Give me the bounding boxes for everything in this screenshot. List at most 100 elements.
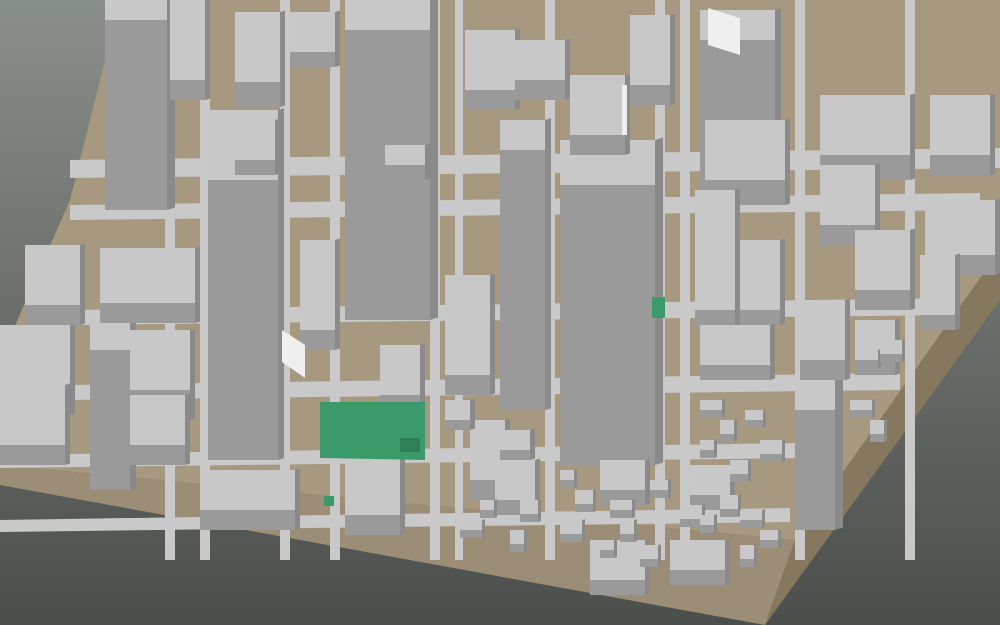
building	[170, 0, 210, 100]
building-roof	[800, 300, 845, 360]
building-roof	[500, 120, 545, 150]
building-roof	[700, 515, 714, 525]
building-roof	[610, 500, 632, 510]
building-roof	[515, 40, 565, 80]
building	[130, 393, 190, 465]
building-side	[65, 383, 70, 465]
building-side	[195, 246, 200, 323]
building	[640, 544, 661, 567]
building-side	[490, 273, 495, 395]
building-side	[482, 519, 485, 538]
building	[730, 459, 751, 482]
building-front	[600, 550, 614, 558]
park-tiny	[324, 496, 334, 506]
building	[510, 529, 527, 552]
building-front	[500, 150, 545, 410]
building-roof	[300, 240, 335, 330]
building-side	[770, 323, 775, 380]
building-roof	[510, 530, 524, 544]
park-small-east	[652, 297, 665, 318]
building	[650, 479, 671, 498]
building-roof	[700, 440, 714, 450]
building-roof	[860, 350, 878, 360]
road-vertical	[680, 0, 690, 560]
building-roof	[100, 248, 195, 303]
building-roof	[0, 325, 70, 385]
building-roof	[90, 320, 130, 350]
building-roof	[760, 530, 778, 540]
building	[920, 253, 960, 330]
building-side	[530, 428, 535, 460]
building-roof	[745, 410, 763, 420]
building-front	[575, 504, 593, 512]
building-front	[570, 135, 625, 155]
building-side	[295, 468, 300, 530]
building-roof	[560, 520, 582, 534]
building	[760, 439, 785, 462]
building-roof	[880, 340, 902, 354]
building	[600, 458, 650, 505]
building-side	[593, 489, 596, 512]
building	[870, 419, 887, 442]
building-front	[700, 410, 722, 418]
building-side	[335, 238, 340, 350]
building-front	[930, 155, 990, 175]
building-side	[470, 398, 475, 430]
building-roof	[105, 0, 167, 20]
building-front	[720, 509, 738, 517]
building	[720, 419, 737, 442]
building-front	[560, 534, 582, 542]
building-side	[884, 419, 887, 442]
building-side	[780, 238, 785, 325]
building-roof	[920, 255, 955, 315]
building-roof	[600, 540, 614, 550]
building-side	[335, 10, 340, 67]
building	[700, 399, 725, 418]
building-front	[235, 160, 275, 175]
building	[740, 238, 785, 325]
building	[745, 409, 766, 428]
building-roof	[930, 95, 990, 155]
building	[760, 529, 781, 548]
building	[700, 514, 717, 533]
building-front	[920, 315, 955, 330]
building	[575, 489, 596, 512]
building-side	[782, 439, 785, 462]
building-side	[748, 459, 751, 482]
building-front	[880, 354, 902, 362]
building-front	[800, 360, 845, 380]
building-side	[910, 93, 915, 180]
building-roof	[855, 230, 910, 290]
building	[855, 228, 915, 310]
building-front	[740, 310, 780, 325]
viewport	[0, 0, 1000, 625]
building-roof	[200, 470, 295, 510]
building	[90, 318, 136, 490]
building	[630, 13, 675, 105]
building-side	[524, 529, 527, 552]
building	[235, 10, 285, 107]
building-roof	[850, 400, 872, 410]
building-roof	[870, 420, 884, 434]
building-side	[205, 0, 210, 100]
building-side	[754, 544, 757, 567]
building-roof	[820, 165, 875, 225]
building	[105, 0, 175, 210]
building-roof	[740, 240, 780, 310]
building	[620, 519, 637, 542]
building	[930, 93, 995, 175]
building-roof	[380, 345, 420, 395]
building-roof	[495, 460, 535, 500]
building-front	[640, 559, 658, 567]
building-side	[955, 253, 960, 330]
building-front	[208, 180, 278, 460]
building-roof	[460, 520, 482, 530]
building-front	[385, 165, 425, 180]
building-front	[795, 410, 835, 530]
building	[600, 539, 617, 558]
building	[235, 118, 280, 175]
building-roof	[670, 540, 725, 570]
building-roof	[130, 330, 190, 390]
building-front	[290, 52, 335, 67]
building-roof	[740, 510, 762, 520]
